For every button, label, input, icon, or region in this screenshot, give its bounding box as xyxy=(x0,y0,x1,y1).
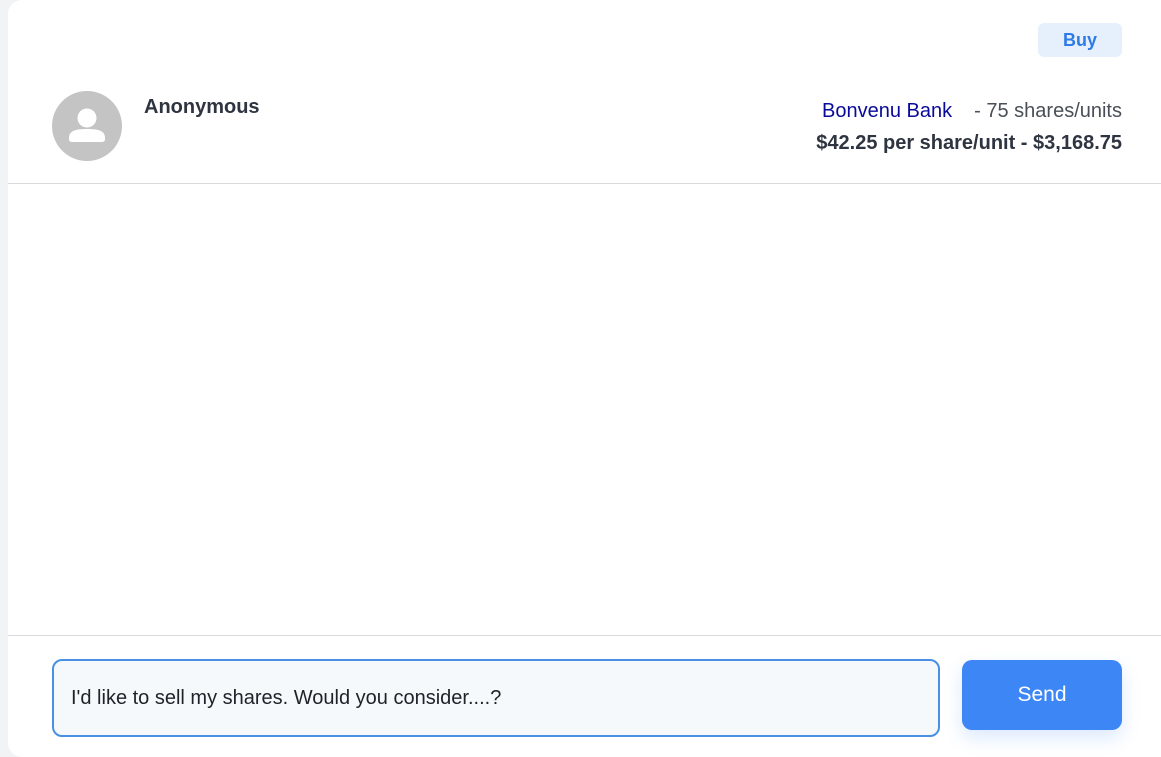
listing-summary: Bonvenu Bank - 75 shares/units $42.25 per… xyxy=(816,95,1122,159)
message-thread[interactable] xyxy=(8,184,1161,636)
share-quantity: - 75 shares/units xyxy=(974,100,1122,122)
send-button[interactable]: Send xyxy=(962,660,1122,730)
user-avatar-icon xyxy=(52,91,122,161)
user-name: Anonymous xyxy=(144,96,260,118)
conversation-panel: Buy Anonymous Bonvenu Bank - 75 shares/un… xyxy=(8,0,1161,757)
buy-badge: Buy xyxy=(1038,23,1122,57)
listing-title-line: Bonvenu Bank - 75 shares/units xyxy=(816,95,1122,127)
price-total: $42.25 per share/unit - $3,168.75 xyxy=(816,132,1122,154)
message-input[interactable] xyxy=(52,659,940,737)
company-link[interactable]: Bonvenu Bank xyxy=(822,100,952,122)
message-composer: Send xyxy=(8,636,1161,757)
conversation-header: Buy Anonymous Bonvenu Bank - 75 shares/un… xyxy=(8,0,1161,184)
